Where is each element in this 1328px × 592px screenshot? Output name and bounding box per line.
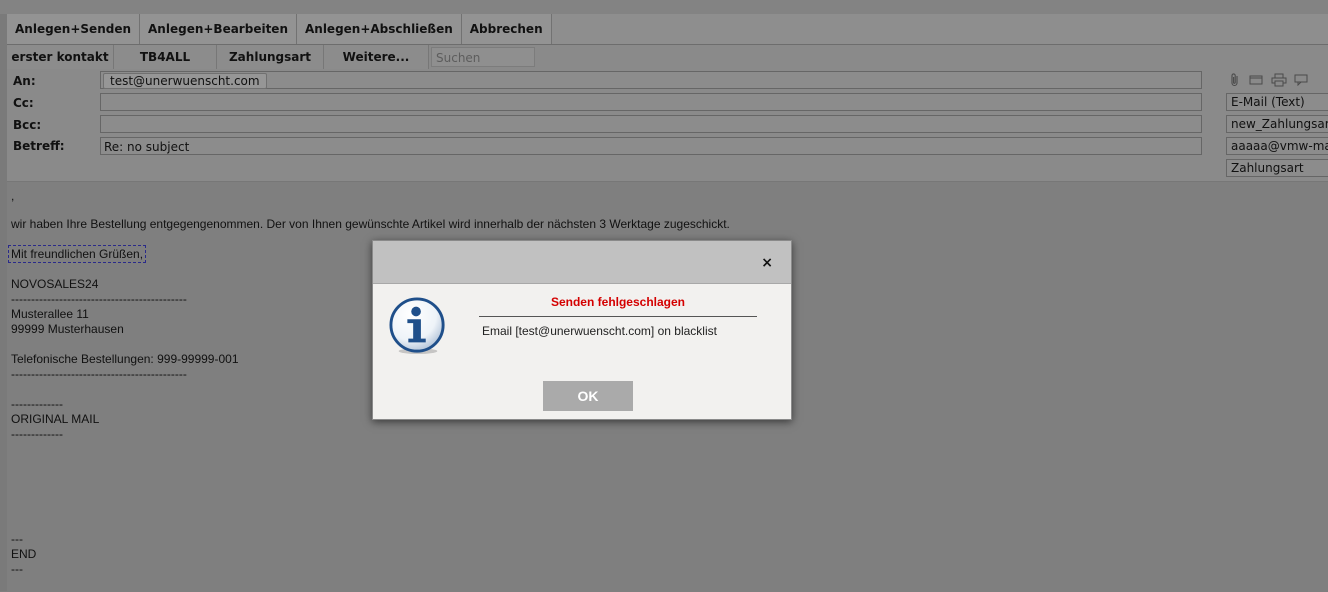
- dialog-divider: [479, 316, 757, 317]
- modal-overlay: × Senden fehlgeschlagen Email [test@uner…: [0, 0, 1328, 591]
- ok-button[interactable]: OK: [543, 381, 633, 411]
- dialog-header: ×: [373, 241, 791, 284]
- error-dialog: × Senden fehlgeschlagen Email [test@uner…: [372, 240, 792, 420]
- info-icon: [389, 297, 445, 355]
- close-icon[interactable]: ×: [761, 255, 773, 271]
- dialog-title: Senden fehlgeschlagen: [550, 295, 686, 309]
- dialog-message: Email [test@unerwuenscht.com] on blackli…: [482, 324, 717, 338]
